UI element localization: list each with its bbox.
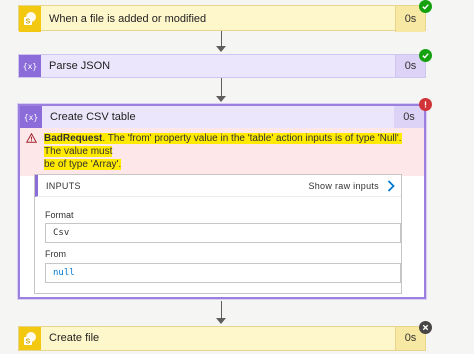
show-raw-inputs-link[interactable]: Show raw inputs bbox=[308, 175, 379, 197]
step-create-csv-table[interactable]: {x} Create CSV table 0s BadRequest. The … bbox=[18, 104, 426, 299]
format-label: Format bbox=[45, 210, 74, 220]
step-title: Parse JSON bbox=[49, 60, 111, 72]
step-title: Create file bbox=[49, 332, 100, 344]
sharepoint-icon: S bbox=[19, 6, 41, 32]
success-check-icon bbox=[419, 49, 432, 62]
inputs-header[interactable]: INPUTS Show raw inputs bbox=[35, 175, 401, 197]
arrow-down-icon bbox=[216, 96, 226, 102]
svg-text:S: S bbox=[26, 19, 31, 26]
sharepoint-icon: S bbox=[19, 327, 41, 350]
svg-text:S: S bbox=[26, 338, 31, 345]
data-operation-icon: {x} bbox=[20, 106, 42, 128]
inputs-panel: INPUTS Show raw inputs Format Csv From n… bbox=[34, 174, 402, 294]
svg-text:{x}: {x} bbox=[24, 113, 38, 122]
data-operation-icon: {x} bbox=[19, 55, 41, 77]
error-code: BadRequest bbox=[44, 133, 103, 144]
format-field: Csv bbox=[45, 223, 401, 243]
step-duration: 0s bbox=[394, 106, 424, 128]
chevron-right-icon[interactable] bbox=[387, 180, 395, 194]
step-create-file[interactable]: S Create file 0s bbox=[18, 326, 426, 351]
arrow-down-icon bbox=[216, 318, 226, 324]
error-message: BadRequest. The 'from' property value in… bbox=[20, 128, 424, 176]
arrow-down-icon bbox=[216, 46, 226, 52]
step-parse-json[interactable]: {x} Parse JSON 0s bbox=[18, 54, 426, 78]
svg-text:{x}: {x} bbox=[23, 62, 37, 71]
warning-icon bbox=[25, 132, 38, 147]
error-icon bbox=[419, 98, 432, 111]
step-title: Create CSV table bbox=[50, 111, 136, 123]
from-label: From bbox=[45, 249, 66, 259]
step-when-file-added[interactable]: S When a file is added or modified 0s bbox=[18, 5, 426, 32]
success-check-icon bbox=[419, 0, 432, 13]
error-text-line2: be of type 'Array'. bbox=[44, 159, 122, 170]
inputs-heading: INPUTS bbox=[46, 181, 81, 191]
from-field: null bbox=[45, 263, 401, 283]
skipped-icon bbox=[419, 321, 432, 334]
flow-run-canvas: S When a file is added or modified 0s {x… bbox=[0, 0, 474, 354]
connector-line bbox=[221, 78, 222, 98]
step-title: When a file is added or modified bbox=[49, 13, 207, 25]
